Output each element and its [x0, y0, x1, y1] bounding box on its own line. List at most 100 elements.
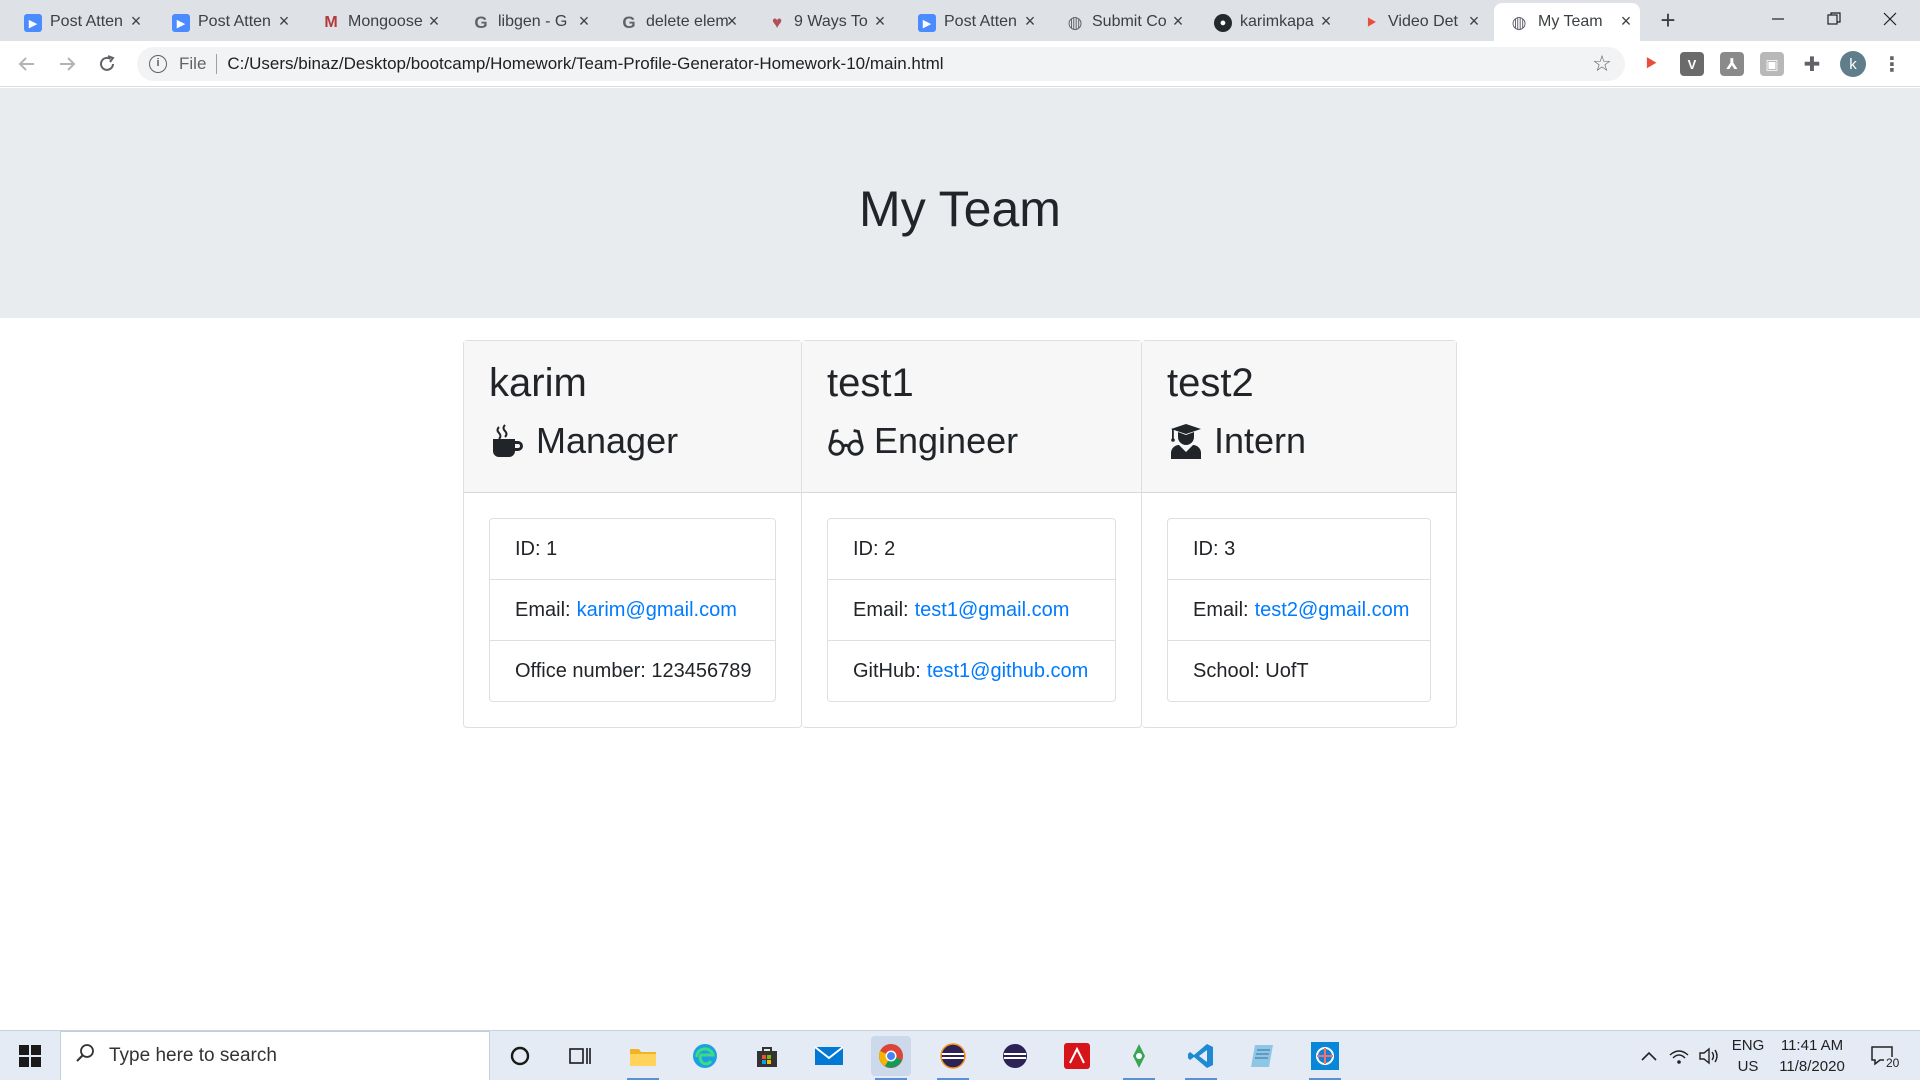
employee-role-label: Engineer [874, 420, 1019, 461]
id-label: ID: [853, 537, 879, 560]
browser-tab[interactable]: ♥ 9 Ways To × [768, 3, 894, 41]
browser-tab[interactable]: ▶ Post Atten × [24, 3, 150, 41]
close-tab-icon[interactable]: × [722, 11, 742, 31]
kebab-menu-icon[interactable]: ⋮ [1880, 52, 1904, 76]
mug-icon [489, 422, 527, 460]
email-link[interactable]: test1@gmail.com [915, 599, 1070, 622]
wifi-icon[interactable] [1668, 1031, 1690, 1080]
windows-taskbar: Type here to search ENG US 11:41 AM 11/8… [0, 1030, 1920, 1080]
minimize-button[interactable] [1750, 0, 1806, 38]
browser-tab[interactable]: G delete elem × [620, 3, 746, 41]
browser-tab[interactable]: G libgen - G × [472, 3, 598, 41]
email-link[interactable]: test2@gmail.com [1255, 599, 1410, 622]
notification-count: 20 [1884, 1056, 1902, 1070]
browser-tab-strip: ▶ Post Atten × ▶ Post Atten × M Mongoose… [0, 0, 1920, 41]
store-icon[interactable] [747, 1036, 787, 1076]
cortana-icon[interactable] [500, 1036, 540, 1076]
start-button[interactable] [0, 1031, 60, 1080]
close-tab-icon[interactable]: × [424, 11, 444, 31]
id-value: 1 [546, 537, 558, 560]
close-tab-icon[interactable]: × [1316, 11, 1336, 31]
employee-email-item: Email: test1@gmail.com [828, 580, 1115, 641]
google-icon: G [474, 13, 488, 32]
employee-id-item: ID: 2 [828, 519, 1115, 580]
address-bar[interactable]: i File C:/Users/binaz/Desktop/bootcamp/H… [137, 47, 1625, 81]
browser-tab[interactable]: ◍ Submit Co × [1066, 3, 1192, 41]
file-explorer-icon[interactable] [623, 1036, 663, 1080]
employee-email-item: Email: test2@gmail.com [1168, 580, 1430, 641]
minimize-icon [1772, 18, 1784, 20]
email-label: Email: [1193, 598, 1249, 621]
wallet-extension-icon[interactable]: ▣ [1760, 52, 1784, 76]
employee-id-item: ID: 3 [1168, 519, 1430, 580]
reload-button[interactable] [91, 48, 123, 80]
github-link[interactable]: test1@github.com [927, 660, 1089, 683]
card-body: ID: 2 Email: test1@gmail.com GitHub: test1… [802, 493, 1141, 727]
close-tab-icon[interactable]: × [126, 11, 146, 31]
browser-tab[interactable]: ⯈ Video Det × [1362, 3, 1488, 41]
employee-id-item: ID: 1 [490, 519, 775, 580]
close-tab-icon[interactable]: × [1020, 11, 1040, 31]
new-tab-button[interactable]: + [1652, 6, 1684, 36]
robo3t-icon[interactable] [1119, 1036, 1159, 1080]
card-header: karim Manager [464, 341, 801, 493]
notepad-icon[interactable] [1243, 1036, 1283, 1076]
close-tab-icon[interactable]: × [1168, 11, 1188, 31]
arrow-left-icon [18, 57, 34, 71]
browser-tab[interactable]: M Mongoose × [322, 3, 448, 41]
show-hidden-icons-chevron-icon[interactable] [1640, 1031, 1658, 1080]
task-view-icon[interactable] [560, 1036, 600, 1076]
address-url[interactable]: C:/Users/binaz/Desktop/bootcamp/Homework… [227, 54, 1587, 74]
browser-tab[interactable]: ▶ Post Atten × [172, 3, 298, 41]
employee-role: Engineer [827, 419, 1117, 463]
language-indicator[interactable]: ENG US [1730, 1035, 1766, 1077]
close-tab-icon[interactable]: × [1616, 11, 1636, 31]
employee-card-manager: karim Manager ID: 1 Email: karim@gmail.co… [463, 340, 802, 728]
github-label: GitHub: [853, 659, 921, 682]
back-button[interactable] [11, 48, 43, 80]
restore-button[interactable] [1806, 0, 1862, 38]
close-tab-icon[interactable]: × [574, 11, 594, 31]
vscode-icon[interactable] [1181, 1036, 1221, 1080]
action-center-button[interactable]: 20 [1870, 1031, 1902, 1080]
mail-icon[interactable] [809, 1036, 849, 1076]
github-icon: ● [1214, 14, 1232, 32]
language-code: ENG [1731, 1037, 1765, 1054]
employee-details-list: ID: 2 Email: test1@gmail.com GitHub: test1… [827, 518, 1116, 702]
close-tab-icon[interactable]: × [870, 11, 890, 31]
employee-name: test2 [1167, 361, 1254, 405]
profile-avatar[interactable]: k [1840, 51, 1866, 77]
browser-tab-active[interactable]: ◍ My Team × [1494, 3, 1640, 41]
edge-browser-icon[interactable] [685, 1036, 725, 1076]
close-window-button[interactable] [1862, 0, 1918, 38]
volume-icon[interactable] [1698, 1031, 1720, 1080]
system-clock[interactable]: 11:41 AM 11/8/2020 [1766, 1035, 1858, 1077]
close-tab-icon[interactable]: × [274, 11, 294, 31]
snipping-tool-icon[interactable] [1305, 1036, 1345, 1080]
clock-time: 11:41 AM [1780, 1037, 1844, 1054]
acrobat-icon[interactable] [1057, 1036, 1097, 1076]
taskbar-search-box[interactable]: Type here to search [60, 1031, 490, 1080]
arrow-right-icon [60, 57, 76, 71]
forward-button[interactable] [51, 48, 83, 80]
vimium-extension-icon[interactable]: V [1680, 52, 1704, 76]
browser-tab[interactable]: ▶ Post Atten × [918, 3, 1044, 41]
eclipse-ide-icon[interactable] [995, 1036, 1035, 1076]
close-tab-icon[interactable]: × [1464, 11, 1484, 31]
search-icon [75, 1043, 95, 1069]
browser-tab[interactable]: ● karimkapa × [1214, 3, 1340, 41]
card-header: test1 Engineer [802, 341, 1141, 493]
card-header: test2 Intern [1142, 341, 1456, 493]
github-item: GitHub: test1@github.com [828, 641, 1115, 701]
browser-toolbar: i File C:/Users/binaz/Desktop/bootcamp/H… [0, 41, 1920, 87]
info-icon[interactable]: i [149, 55, 167, 73]
puzzle-extensions-icon[interactable]: ✚ [1800, 52, 1824, 76]
email-link[interactable]: karim@gmail.com [577, 599, 737, 622]
bookmark-star-icon[interactable]: ☆ [1587, 51, 1617, 77]
reload-icon [100, 55, 115, 71]
google-icon: G [622, 13, 636, 32]
acrobat-extension-icon[interactable]: ⅄ [1720, 52, 1744, 76]
screencastify-extension-icon[interactable]: ⯈ [1639, 52, 1663, 76]
chrome-icon[interactable] [871, 1036, 911, 1080]
eclipse-icon[interactable] [933, 1036, 973, 1080]
